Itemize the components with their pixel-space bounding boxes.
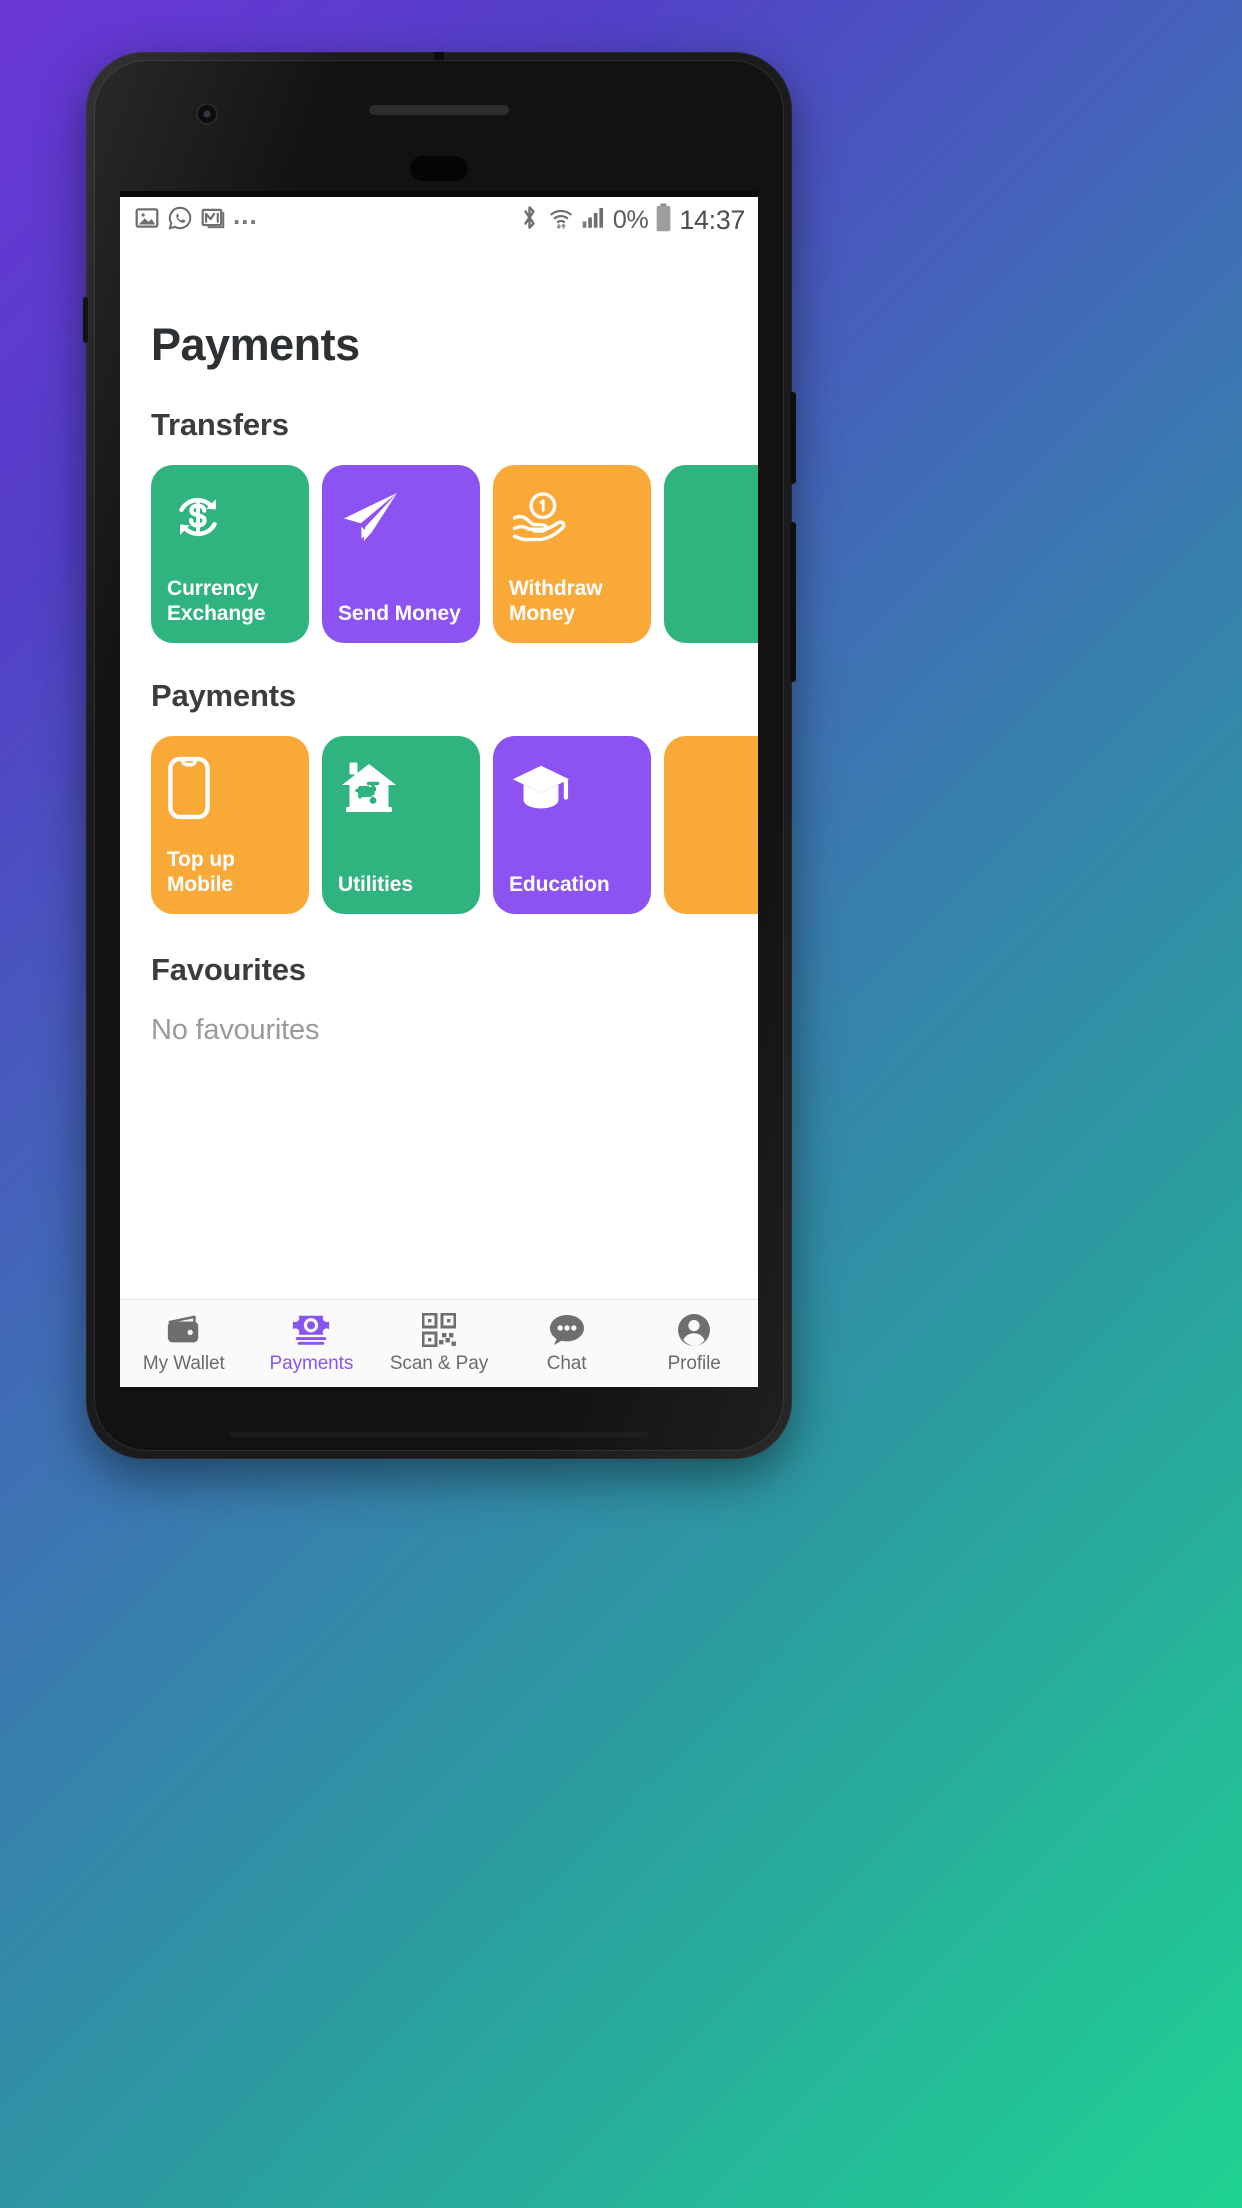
currency-exchange-icon <box>167 484 293 550</box>
volume-button[interactable] <box>790 522 796 682</box>
tile-currency-exchange[interactable]: Currency Exchange <box>151 465 309 643</box>
gmail-icon <box>200 205 226 236</box>
payments-card-row[interactable]: Top up Mobile Utilities Education <box>120 736 758 914</box>
bottom-navigation-bar: My Wallet Payments Scan & Pay Chat Profi… <box>120 1299 758 1387</box>
cellular-signal-icon <box>581 205 606 235</box>
tile-label: Top up Mobile <box>167 848 235 897</box>
nav-label: Payments <box>269 1352 354 1374</box>
section-heading-favourites: Favourites <box>151 952 306 987</box>
phone-device: ... 0% 14:37 Payments Transfers Currency… <box>83 52 796 1459</box>
camera-lens <box>203 110 211 118</box>
nav-item-chat[interactable]: Chat <box>503 1300 631 1387</box>
graduation-cap-icon <box>509 755 635 821</box>
wifi-icon <box>548 205 574 236</box>
left-side-button[interactable] <box>83 297 88 343</box>
front-camera-icon <box>196 103 218 125</box>
partial-tile-icon <box>680 484 758 550</box>
paper-plane-icon <box>338 484 464 550</box>
tile-payments-partial[interactable] <box>664 736 758 914</box>
tile-education[interactable]: Education <box>493 736 651 914</box>
nav-label: Profile <box>667 1352 721 1374</box>
status-bar-right: 0% 14:37 <box>518 203 745 237</box>
speaker-grill <box>229 1432 649 1437</box>
transfers-card-row[interactable]: Currency Exchange Send Money Withdraw Mo… <box>120 465 758 643</box>
status-bar: ... 0% 14:37 <box>120 197 758 243</box>
person-icon <box>677 1313 711 1347</box>
tile-utilities[interactable]: Utilities <box>322 736 480 914</box>
wallet-icon <box>165 1313 203 1347</box>
tile-label <box>680 898 758 900</box>
partial-tile-icon <box>680 755 758 821</box>
page-title: Payments <box>151 319 360 370</box>
chat-bubble-icon <box>549 1313 585 1347</box>
whatsapp-icon <box>167 205 193 236</box>
tile-label: Education <box>509 873 610 897</box>
nav-item-profile[interactable]: Profile <box>630 1300 758 1387</box>
tile-withdraw-money[interactable]: Withdraw Money <box>493 465 651 643</box>
nav-item-my-wallet[interactable]: My Wallet <box>120 1300 248 1387</box>
gallery-icon <box>134 205 160 236</box>
battery-icon <box>655 203 672 237</box>
tile-label: Utilities <box>338 873 413 897</box>
tile-top-up-mobile[interactable]: Top up Mobile <box>151 736 309 914</box>
bluetooth-icon <box>518 204 541 236</box>
nav-label: Chat <box>546 1352 587 1374</box>
tile-label: Currency Exchange <box>167 577 266 626</box>
status-clock: 14:37 <box>679 204 745 235</box>
notch-pill <box>410 156 468 181</box>
tile-label: Send Money <box>338 602 461 626</box>
nav-item-payments[interactable]: Payments <box>248 1300 376 1387</box>
tile-label <box>680 627 758 629</box>
payments-screen-content: Payments Transfers Currency Exchange Sen… <box>120 243 758 1299</box>
smartphone-icon <box>167 755 293 821</box>
battery-percent-label: 0% <box>612 205 649 234</box>
tile-transfers-partial[interactable] <box>664 465 758 643</box>
nav-label: Scan & Pay <box>389 1352 489 1374</box>
qr-code-icon <box>421 1312 456 1347</box>
section-heading-payments: Payments <box>151 678 296 713</box>
tile-send-money[interactable]: Send Money <box>322 465 480 643</box>
no-favourites-message: No favourites <box>151 1014 320 1046</box>
earpiece-speaker <box>369 105 509 115</box>
house-faucet-icon <box>338 755 464 821</box>
nav-label: My Wallet <box>142 1352 225 1374</box>
section-heading-transfers: Transfers <box>151 407 289 442</box>
hand-coin-icon <box>509 484 635 550</box>
status-bar-left: ... <box>134 200 258 236</box>
status-more-icon: ... <box>233 200 258 230</box>
phone-screen: ... 0% 14:37 Payments Transfers Currency… <box>120 197 758 1387</box>
power-button[interactable] <box>790 392 796 484</box>
tile-label: Withdraw Money <box>509 577 603 626</box>
nav-item-scan-and-pay[interactable]: Scan & Pay <box>375 1300 503 1387</box>
banknote-icon <box>291 1313 332 1347</box>
